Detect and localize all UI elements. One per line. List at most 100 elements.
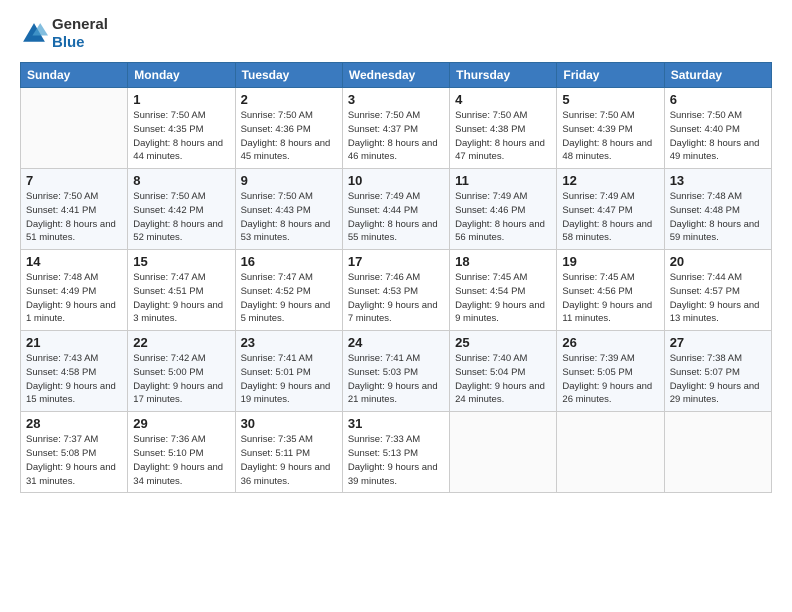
week-row-1: 7 Sunrise: 7:50 AMSunset: 4:41 PMDaylight… bbox=[21, 169, 772, 250]
day-info: Sunrise: 7:50 AMSunset: 4:41 PMDaylight:… bbox=[26, 190, 122, 245]
day-info: Sunrise: 7:50 AMSunset: 4:35 PMDaylight:… bbox=[133, 109, 229, 164]
logo-line1: General bbox=[52, 16, 108, 34]
calendar-cell: 8 Sunrise: 7:50 AMSunset: 4:42 PMDaylight… bbox=[128, 169, 235, 250]
calendar-cell: 11 Sunrise: 7:49 AMSunset: 4:46 PMDayligh… bbox=[450, 169, 557, 250]
calendar-cell: 25 Sunrise: 7:40 AMSunset: 5:04 PMDayligh… bbox=[450, 331, 557, 412]
day-number: 15 bbox=[133, 254, 229, 269]
day-info: Sunrise: 7:33 AMSunset: 5:13 PMDaylight:… bbox=[348, 433, 444, 488]
day-info: Sunrise: 7:48 AMSunset: 4:48 PMDaylight:… bbox=[670, 190, 766, 245]
day-info: Sunrise: 7:36 AMSunset: 5:10 PMDaylight:… bbox=[133, 433, 229, 488]
day-number: 5 bbox=[562, 92, 658, 107]
calendar-cell: 1 Sunrise: 7:50 AMSunset: 4:35 PMDaylight… bbox=[128, 88, 235, 169]
calendar-cell: 2 Sunrise: 7:50 AMSunset: 4:36 PMDaylight… bbox=[235, 88, 342, 169]
day-info: Sunrise: 7:47 AMSunset: 4:51 PMDaylight:… bbox=[133, 271, 229, 326]
weekday-header-sunday: Sunday bbox=[21, 63, 128, 88]
weekday-header-monday: Monday bbox=[128, 63, 235, 88]
day-info: Sunrise: 7:49 AMSunset: 4:47 PMDaylight:… bbox=[562, 190, 658, 245]
calendar-cell: 9 Sunrise: 7:50 AMSunset: 4:43 PMDaylight… bbox=[235, 169, 342, 250]
week-row-2: 14 Sunrise: 7:48 AMSunset: 4:49 PMDayligh… bbox=[21, 250, 772, 331]
day-number: 14 bbox=[26, 254, 122, 269]
day-info: Sunrise: 7:50 AMSunset: 4:37 PMDaylight:… bbox=[348, 109, 444, 164]
day-info: Sunrise: 7:45 AMSunset: 4:54 PMDaylight:… bbox=[455, 271, 551, 326]
day-info: Sunrise: 7:39 AMSunset: 5:05 PMDaylight:… bbox=[562, 352, 658, 407]
weekday-header-wednesday: Wednesday bbox=[342, 63, 449, 88]
calendar-cell: 30 Sunrise: 7:35 AMSunset: 5:11 PMDayligh… bbox=[235, 412, 342, 493]
calendar-cell: 12 Sunrise: 7:49 AMSunset: 4:47 PMDayligh… bbox=[557, 169, 664, 250]
day-info: Sunrise: 7:46 AMSunset: 4:53 PMDaylight:… bbox=[348, 271, 444, 326]
day-number: 17 bbox=[348, 254, 444, 269]
calendar-cell bbox=[450, 412, 557, 493]
day-number: 9 bbox=[241, 173, 337, 188]
day-number: 22 bbox=[133, 335, 229, 350]
weekday-header-row: SundayMondayTuesdayWednesdayThursdayFrid… bbox=[21, 63, 772, 88]
day-info: Sunrise: 7:41 AMSunset: 5:03 PMDaylight:… bbox=[348, 352, 444, 407]
day-info: Sunrise: 7:40 AMSunset: 5:04 PMDaylight:… bbox=[455, 352, 551, 407]
calendar-cell: 16Sunrise: 7:47 AMSunset: 4:52 PMDayligh… bbox=[235, 250, 342, 331]
day-info: Sunrise: 7:50 AMSunset: 4:43 PMDaylight:… bbox=[241, 190, 337, 245]
day-number: 24 bbox=[348, 335, 444, 350]
calendar-cell: 7 Sunrise: 7:50 AMSunset: 4:41 PMDaylight… bbox=[21, 169, 128, 250]
day-info: Sunrise: 7:44 AMSunset: 4:57 PMDaylight:… bbox=[670, 271, 766, 326]
day-info: Sunrise: 7:50 AMSunset: 4:38 PMDaylight:… bbox=[455, 109, 551, 164]
header: General Blue bbox=[20, 16, 772, 52]
calendar-cell bbox=[21, 88, 128, 169]
calendar-cell bbox=[664, 412, 771, 493]
day-number: 16 bbox=[241, 254, 337, 269]
week-row-3: 21 Sunrise: 7:43 AMSunset: 4:58 PMDayligh… bbox=[21, 331, 772, 412]
calendar-cell: 17 Sunrise: 7:46 AMSunset: 4:53 PMDayligh… bbox=[342, 250, 449, 331]
day-number: 13 bbox=[670, 173, 766, 188]
day-number: 19 bbox=[562, 254, 658, 269]
day-info: Sunrise: 7:48 AMSunset: 4:49 PMDaylight:… bbox=[26, 271, 122, 326]
calendar-cell: 24 Sunrise: 7:41 AMSunset: 5:03 PMDayligh… bbox=[342, 331, 449, 412]
day-number: 11 bbox=[455, 173, 551, 188]
calendar-cell: 3Sunrise: 7:50 AMSunset: 4:37 PMDaylight… bbox=[342, 88, 449, 169]
calendar-cell: 20Sunrise: 7:44 AMSunset: 4:57 PMDayligh… bbox=[664, 250, 771, 331]
day-number: 21 bbox=[26, 335, 122, 350]
day-info: Sunrise: 7:49 AMSunset: 4:44 PMDaylight:… bbox=[348, 190, 444, 245]
day-number: 18 bbox=[455, 254, 551, 269]
week-row-0: 1 Sunrise: 7:50 AMSunset: 4:35 PMDaylight… bbox=[21, 88, 772, 169]
calendar-cell: 21 Sunrise: 7:43 AMSunset: 4:58 PMDayligh… bbox=[21, 331, 128, 412]
weekday-header-tuesday: Tuesday bbox=[235, 63, 342, 88]
logo: General Blue bbox=[20, 16, 108, 52]
logo-line2: Blue bbox=[52, 34, 108, 52]
day-number: 6 bbox=[670, 92, 766, 107]
calendar-cell: 6Sunrise: 7:50 AMSunset: 4:40 PMDaylight… bbox=[664, 88, 771, 169]
week-row-4: 28Sunrise: 7:37 AMSunset: 5:08 PMDayligh… bbox=[21, 412, 772, 493]
day-info: Sunrise: 7:38 AMSunset: 5:07 PMDaylight:… bbox=[670, 352, 766, 407]
day-number: 4 bbox=[455, 92, 551, 107]
day-info: Sunrise: 7:50 AMSunset: 4:42 PMDaylight:… bbox=[133, 190, 229, 245]
calendar-cell: 4 Sunrise: 7:50 AMSunset: 4:38 PMDaylight… bbox=[450, 88, 557, 169]
day-number: 2 bbox=[241, 92, 337, 107]
page: General Blue SundayMondayTuesdayWednesda… bbox=[0, 0, 792, 612]
day-info: Sunrise: 7:45 AMSunset: 4:56 PMDaylight:… bbox=[562, 271, 658, 326]
day-number: 23 bbox=[241, 335, 337, 350]
calendar-cell: 29 Sunrise: 7:36 AMSunset: 5:10 PMDayligh… bbox=[128, 412, 235, 493]
day-info: Sunrise: 7:37 AMSunset: 5:08 PMDaylight:… bbox=[26, 433, 122, 488]
day-number: 31 bbox=[348, 416, 444, 431]
day-info: Sunrise: 7:49 AMSunset: 4:46 PMDaylight:… bbox=[455, 190, 551, 245]
day-info: Sunrise: 7:35 AMSunset: 5:11 PMDaylight:… bbox=[241, 433, 337, 488]
day-number: 8 bbox=[133, 173, 229, 188]
calendar-cell: 18 Sunrise: 7:45 AMSunset: 4:54 PMDayligh… bbox=[450, 250, 557, 331]
logo-text: General Blue bbox=[52, 16, 108, 52]
day-info: Sunrise: 7:43 AMSunset: 4:58 PMDaylight:… bbox=[26, 352, 122, 407]
day-info: Sunrise: 7:41 AMSunset: 5:01 PMDaylight:… bbox=[241, 352, 337, 407]
calendar-table: SundayMondayTuesdayWednesdayThursdayFrid… bbox=[20, 62, 772, 493]
calendar-cell: 14 Sunrise: 7:48 AMSunset: 4:49 PMDayligh… bbox=[21, 250, 128, 331]
day-number: 29 bbox=[133, 416, 229, 431]
calendar-cell: 15 Sunrise: 7:47 AMSunset: 4:51 PMDayligh… bbox=[128, 250, 235, 331]
day-number: 27 bbox=[670, 335, 766, 350]
day-info: Sunrise: 7:50 AMSunset: 4:36 PMDaylight:… bbox=[241, 109, 337, 164]
day-info: Sunrise: 7:50 AMSunset: 4:39 PMDaylight:… bbox=[562, 109, 658, 164]
day-number: 25 bbox=[455, 335, 551, 350]
day-number: 12 bbox=[562, 173, 658, 188]
day-number: 7 bbox=[26, 173, 122, 188]
day-number: 30 bbox=[241, 416, 337, 431]
day-number: 1 bbox=[133, 92, 229, 107]
calendar-cell: 10 Sunrise: 7:49 AMSunset: 4:44 PMDayligh… bbox=[342, 169, 449, 250]
calendar-cell: 23 Sunrise: 7:41 AMSunset: 5:01 PMDayligh… bbox=[235, 331, 342, 412]
calendar-cell: 31 Sunrise: 7:33 AMSunset: 5:13 PMDayligh… bbox=[342, 412, 449, 493]
calendar-cell: 27 Sunrise: 7:38 AMSunset: 5:07 PMDayligh… bbox=[664, 331, 771, 412]
day-number: 10 bbox=[348, 173, 444, 188]
